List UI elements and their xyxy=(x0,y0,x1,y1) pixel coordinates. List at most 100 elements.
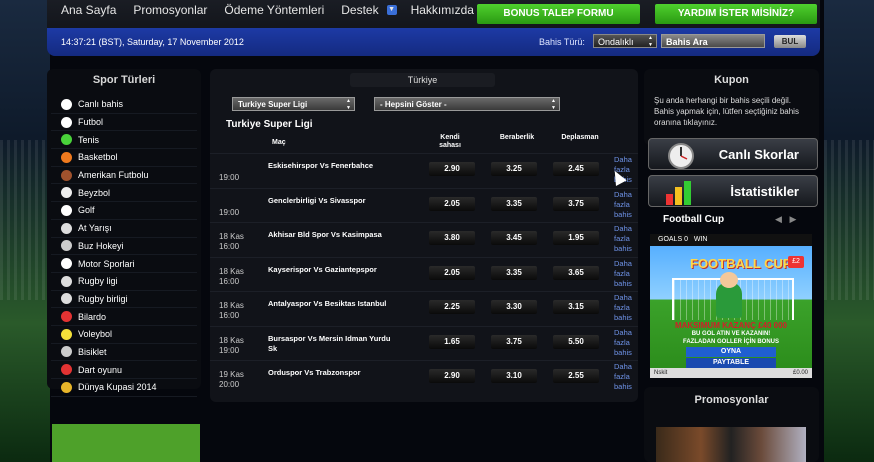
sport-item-label: Motor Sporlari xyxy=(78,258,135,269)
match-time: 16:00 xyxy=(219,242,240,251)
away-odd-button[interactable]: 3.65 xyxy=(553,265,599,280)
match-row: 18 Kas 19:00 Bursaspor Vs Mersin Idman Yur… xyxy=(210,325,638,361)
sport-item-label: Bilardo xyxy=(78,311,107,322)
nav-about[interactable]: Hakkımızda xyxy=(411,3,474,17)
home-odd-button[interactable]: 3.80 xyxy=(429,231,475,245)
draw-odd-button[interactable]: 3.35 xyxy=(491,196,537,211)
away-odd-button[interactable]: 3.75 xyxy=(553,196,599,211)
coupon-title: Kupon xyxy=(714,74,749,86)
match-datetime: 18 Kas 16:00 xyxy=(219,267,244,287)
away-odd-button[interactable]: 5.50 xyxy=(553,334,599,349)
statistics-button[interactable]: İstatistikler xyxy=(648,175,818,207)
home-odd-button[interactable]: 2.25 xyxy=(429,300,475,314)
sport-item[interactable]: Futbol xyxy=(51,114,197,132)
match-datetime: 18 Kas 16:00 xyxy=(219,232,244,252)
sports-title: Spor Türleri xyxy=(92,74,156,86)
bet-type-select[interactable]: Ondalıklı xyxy=(593,34,657,49)
more-bets-link[interactable]: Daha fazla bahis xyxy=(614,259,638,289)
green-banner[interactable] xyxy=(52,424,200,462)
play-button[interactable]: OYNA xyxy=(686,347,776,357)
away-odd-button[interactable]: 2.45 xyxy=(553,162,599,176)
nav-promotions[interactable]: Promosyonlar xyxy=(133,3,207,17)
checkered-flag-icon xyxy=(61,258,72,270)
sport-item-label: Voleybol xyxy=(78,329,113,340)
live-scores-button[interactable]: Canlı Skorlar xyxy=(648,138,818,170)
away-odd-button[interactable]: 3.15 xyxy=(553,300,599,314)
away-odd-button[interactable]: 2.55 xyxy=(553,369,599,383)
match-time: 16:00 xyxy=(219,276,240,286)
match-time: 19:00 xyxy=(219,173,240,182)
league-title: Turkiye Super Ligi xyxy=(226,119,313,130)
sport-item[interactable]: Rugby birligi xyxy=(51,291,197,309)
more-bets-link[interactable]: Daha fazla bahis xyxy=(614,190,638,220)
paytable-button[interactable]: PAYTABLE xyxy=(686,358,776,368)
sport-item[interactable]: Buz Hokeyi xyxy=(51,238,197,256)
sport-item[interactable]: Golf xyxy=(51,202,197,220)
sport-item[interactable]: Bisiklet xyxy=(51,344,197,362)
goals-counter: GOALS 0 xyxy=(658,236,688,243)
home-odd-button[interactable]: 2.05 xyxy=(429,265,475,280)
nav-payment-methods[interactable]: Ödeme Yöntemleri xyxy=(224,3,324,17)
bet-search-input[interactable]: Bahis Ara xyxy=(661,34,765,48)
sport-item-label: Beyzbol xyxy=(78,187,111,198)
bonus-request-button[interactable]: BONUS TALEP FORMU xyxy=(477,4,640,24)
sport-item[interactable]: Beyzbol xyxy=(51,184,197,203)
draw-odd-button[interactable]: 3.35 xyxy=(491,265,537,280)
sport-item-label: Buz Hokeyi xyxy=(78,240,124,251)
home-odd-button[interactable]: 2.90 xyxy=(429,162,475,176)
bet-type-label: Bahis Türü: xyxy=(539,37,585,47)
filter-select[interactable]: - Hepsini Göster - xyxy=(374,97,560,112)
golf-ball-icon xyxy=(61,204,72,216)
sport-item[interactable]: Dart oyunu xyxy=(51,361,197,379)
next-arrow-icon[interactable]: ▶ xyxy=(789,214,796,224)
sport-item[interactable]: Amerikan Futbolu xyxy=(51,167,197,185)
goalkeeper-figure xyxy=(716,272,742,318)
sport-item[interactable]: At Yarışı xyxy=(51,220,197,238)
nav-home[interactable]: Ana Sayfa xyxy=(61,3,116,17)
country-tab[interactable]: Türkiye xyxy=(350,73,495,87)
match-name: Akhisar Bld Spor Vs Kasimpasa xyxy=(268,230,382,239)
sport-item[interactable]: Basketbol xyxy=(51,149,197,167)
match-name: Genclerbirligi Vs Sivasspor xyxy=(268,195,366,205)
football-cup-game[interactable]: GOALS 0 WIN FOOTBALL CUP £2 MAKSIMUM KAZ… xyxy=(650,234,812,378)
sport-item[interactable]: Rugby ligi xyxy=(51,273,197,291)
prev-arrow-icon[interactable]: ◀ xyxy=(775,214,782,224)
sport-item-label: Amerikan Futbolu xyxy=(78,170,149,181)
away-odd-button[interactable]: 1.95 xyxy=(553,231,599,245)
horse-icon xyxy=(61,222,72,234)
promo-line-1: BU GOL ATIN VE KAZANIN! xyxy=(691,331,771,337)
sport-item[interactable]: Voleybol xyxy=(51,326,197,344)
draw-odd-button[interactable]: 3.25 xyxy=(491,162,537,176)
more-bets-link[interactable]: Daha fazla bahis xyxy=(614,293,638,323)
sport-item[interactable]: Motor Sporlari xyxy=(51,255,197,273)
search-button[interactable]: BUL xyxy=(774,35,806,48)
more-bets-link[interactable]: Daha fazla bahis xyxy=(614,328,638,358)
draw-odd-button[interactable]: 3.10 xyxy=(491,369,537,383)
home-odd-button[interactable]: 2.05 xyxy=(429,196,475,211)
sport-item-label: Canlı bahis xyxy=(78,99,124,110)
sport-item-label: At Yarışı xyxy=(78,223,112,234)
league-select[interactable]: Turkiye Super Ligi xyxy=(232,97,355,112)
sport-item[interactable]: Dünya Kupasi 2014 xyxy=(51,379,197,397)
help-button[interactable]: YARDIM İSTER MİSİNİZ? xyxy=(655,4,817,24)
draw-odd-button[interactable]: 3.45 xyxy=(491,231,537,245)
win-counter: WIN xyxy=(693,236,708,243)
sport-item[interactable]: Tenis xyxy=(51,131,197,150)
match-datetime: 18 Kas 19:00 xyxy=(219,336,244,356)
nav-support[interactable]: Destek xyxy=(341,3,378,17)
info-bar: 14:37:21 (BST), Saturday, 17 November 20… xyxy=(47,28,820,56)
sport-item[interactable]: Bilardo xyxy=(51,308,197,326)
draw-odd-button[interactable]: 3.30 xyxy=(491,300,537,314)
game-topbar: GOALS 0 WIN xyxy=(650,234,812,246)
sport-item[interactable]: Canlı bahis xyxy=(51,96,197,114)
home-odd-button[interactable]: 1.65 xyxy=(429,334,475,349)
promotions-banner-image[interactable] xyxy=(656,427,806,462)
draw-odd-button[interactable]: 3.75 xyxy=(491,334,537,349)
more-bets-link[interactable]: Daha fazla bahis xyxy=(614,362,638,392)
col-away: Deplasman xyxy=(561,134,599,141)
home-odd-button[interactable]: 2.90 xyxy=(429,369,475,383)
coupon-text: Şu anda herhangi bir bahis seçili değil.… xyxy=(654,96,799,127)
match-date: 18 Kas xyxy=(219,266,244,276)
support-dropdown-icon[interactable]: ▼ xyxy=(386,5,397,15)
more-bets-link[interactable]: Daha fazla bahis xyxy=(614,224,638,254)
